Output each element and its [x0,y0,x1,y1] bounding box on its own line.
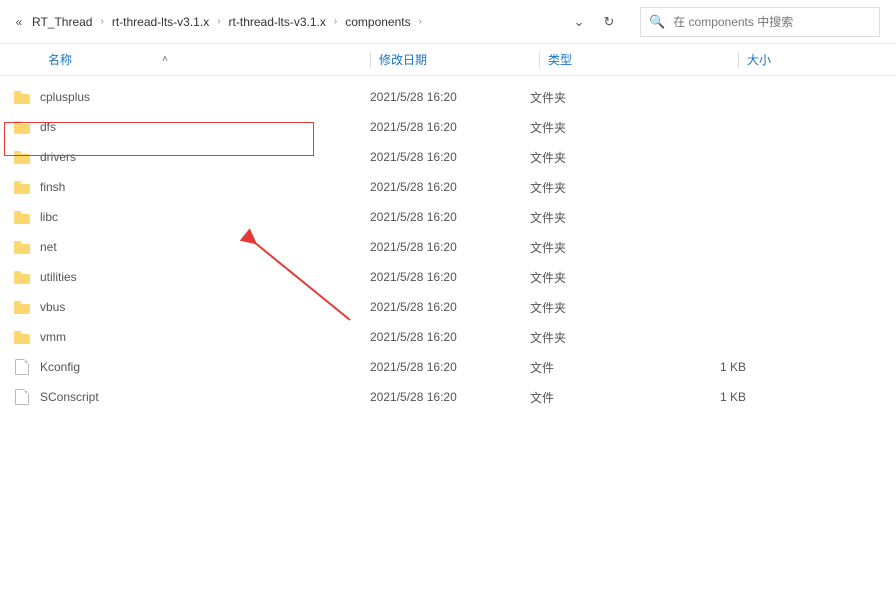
file-type: 文件夹 [530,209,720,226]
folder-icon [14,151,30,164]
file-type: 文件夹 [530,119,720,136]
col-header-date[interactable]: 修改日期 [379,51,539,68]
sort-asc-icon: ˄ [162,54,168,65]
file-icon [15,389,29,405]
file-date: 2021/5/28 16:20 [370,240,530,254]
breadcrumb-item[interactable]: RT_Thread [26,15,98,29]
folder-icon [14,241,30,254]
history-dropdown-icon[interactable]: ⌄ [564,14,594,30]
file-name: dfs [40,120,56,134]
file-type: 文件夹 [530,239,720,256]
col-header-name[interactable]: 名称˄ [0,51,370,68]
file-date: 2021/5/28 16:20 [370,300,530,314]
breadcrumb[interactable]: « RT_Thread › rt-thread-lts-v3.1.x › rt-… [6,15,564,29]
file-name: vbus [40,300,65,314]
file-row[interactable]: drivers 2021/5/28 16:20文件夹 [0,142,896,172]
search-icon: 🔍 [649,14,665,30]
file-name: SConscript [40,390,99,404]
file-type: 文件夹 [530,149,720,166]
col-header-size[interactable]: 大小 [747,51,857,68]
file-row[interactable]: finsh 2021/5/28 16:20文件夹 [0,172,896,202]
file-type: 文件夹 [530,269,720,286]
folder-icon [14,121,30,134]
file-row[interactable]: vbus 2021/5/28 16:20文件夹 [0,292,896,322]
file-name: utilities [40,270,77,284]
col-divider[interactable] [539,52,540,68]
folder-icon [14,271,30,284]
breadcrumb-overflow-icon[interactable]: « [12,15,26,29]
refresh-icon[interactable]: ↻ [594,14,624,30]
chevron-right-icon[interactable]: › [98,16,105,27]
file-row[interactable]: utilities 2021/5/28 16:20文件夹 [0,262,896,292]
file-name: net [40,240,57,254]
file-type: 文件夹 [530,299,720,316]
folder-icon [14,331,30,344]
breadcrumb-item[interactable]: components [339,15,416,29]
col-header-type[interactable]: 类型 [548,51,738,68]
file-name: finsh [40,180,65,194]
search-placeholder: 在 components 中搜索 [673,13,793,30]
file-date: 2021/5/28 16:20 [370,360,530,374]
folder-icon [14,91,30,104]
file-list: cplusplus2021/5/28 16:20文件夹dfs2021/5/28 … [0,82,896,412]
file-row[interactable]: libc 2021/5/28 16:20文件夹 [0,202,896,232]
file-name: libc [40,210,58,224]
file-name: Kconfig [40,360,80,374]
file-date: 2021/5/28 16:20 [370,120,530,134]
file-size: 1 KB [720,360,830,374]
col-divider[interactable] [370,52,371,68]
file-date: 2021/5/28 16:20 [370,390,530,404]
file-name: cplusplus [40,90,90,104]
file-date: 2021/5/28 16:20 [370,270,530,284]
folder-icon [14,301,30,314]
chevron-right-icon[interactable]: › [215,16,222,27]
col-divider[interactable] [738,52,739,68]
file-date: 2021/5/28 16:20 [370,330,530,344]
file-date: 2021/5/28 16:20 [370,210,530,224]
chevron-right-icon[interactable]: › [417,16,424,27]
folder-icon [14,181,30,194]
search-input[interactable]: 🔍 在 components 中搜索 [640,7,880,37]
breadcrumb-item[interactable]: rt-thread-lts-v3.1.x [106,15,215,29]
file-type: 文件夹 [530,89,720,106]
file-row[interactable]: net 2021/5/28 16:20文件夹 [0,232,896,262]
file-row[interactable]: vmm 2021/5/28 16:20文件夹 [0,322,896,352]
file-date: 2021/5/28 16:20 [370,90,530,104]
file-name: drivers [40,150,76,164]
file-date: 2021/5/28 16:20 [370,150,530,164]
file-icon [15,359,29,375]
address-bar: « RT_Thread › rt-thread-lts-v3.1.x › rt-… [0,0,896,44]
file-row[interactable]: cplusplus 2021/5/28 16:20文件夹 [0,82,896,112]
file-date: 2021/5/28 16:20 [370,180,530,194]
folder-icon [14,211,30,224]
file-type: 文件 [530,359,720,376]
breadcrumb-item[interactable]: rt-thread-lts-v3.1.x [223,15,332,29]
file-name: vmm [40,330,66,344]
column-headers: 名称˄ 修改日期 类型 大小 [0,44,896,76]
file-type: 文件夹 [530,329,720,346]
file-row[interactable]: Kconfig 2021/5/28 16:20文件1 KB [0,352,896,382]
chevron-right-icon[interactable]: › [332,16,339,27]
file-row[interactable]: dfs 2021/5/28 16:20文件夹 [0,112,896,142]
file-type: 文件 [530,389,720,406]
file-row[interactable]: SConscript 2021/5/28 16:20文件1 KB [0,382,896,412]
file-type: 文件夹 [530,179,720,196]
file-size: 1 KB [720,390,830,404]
